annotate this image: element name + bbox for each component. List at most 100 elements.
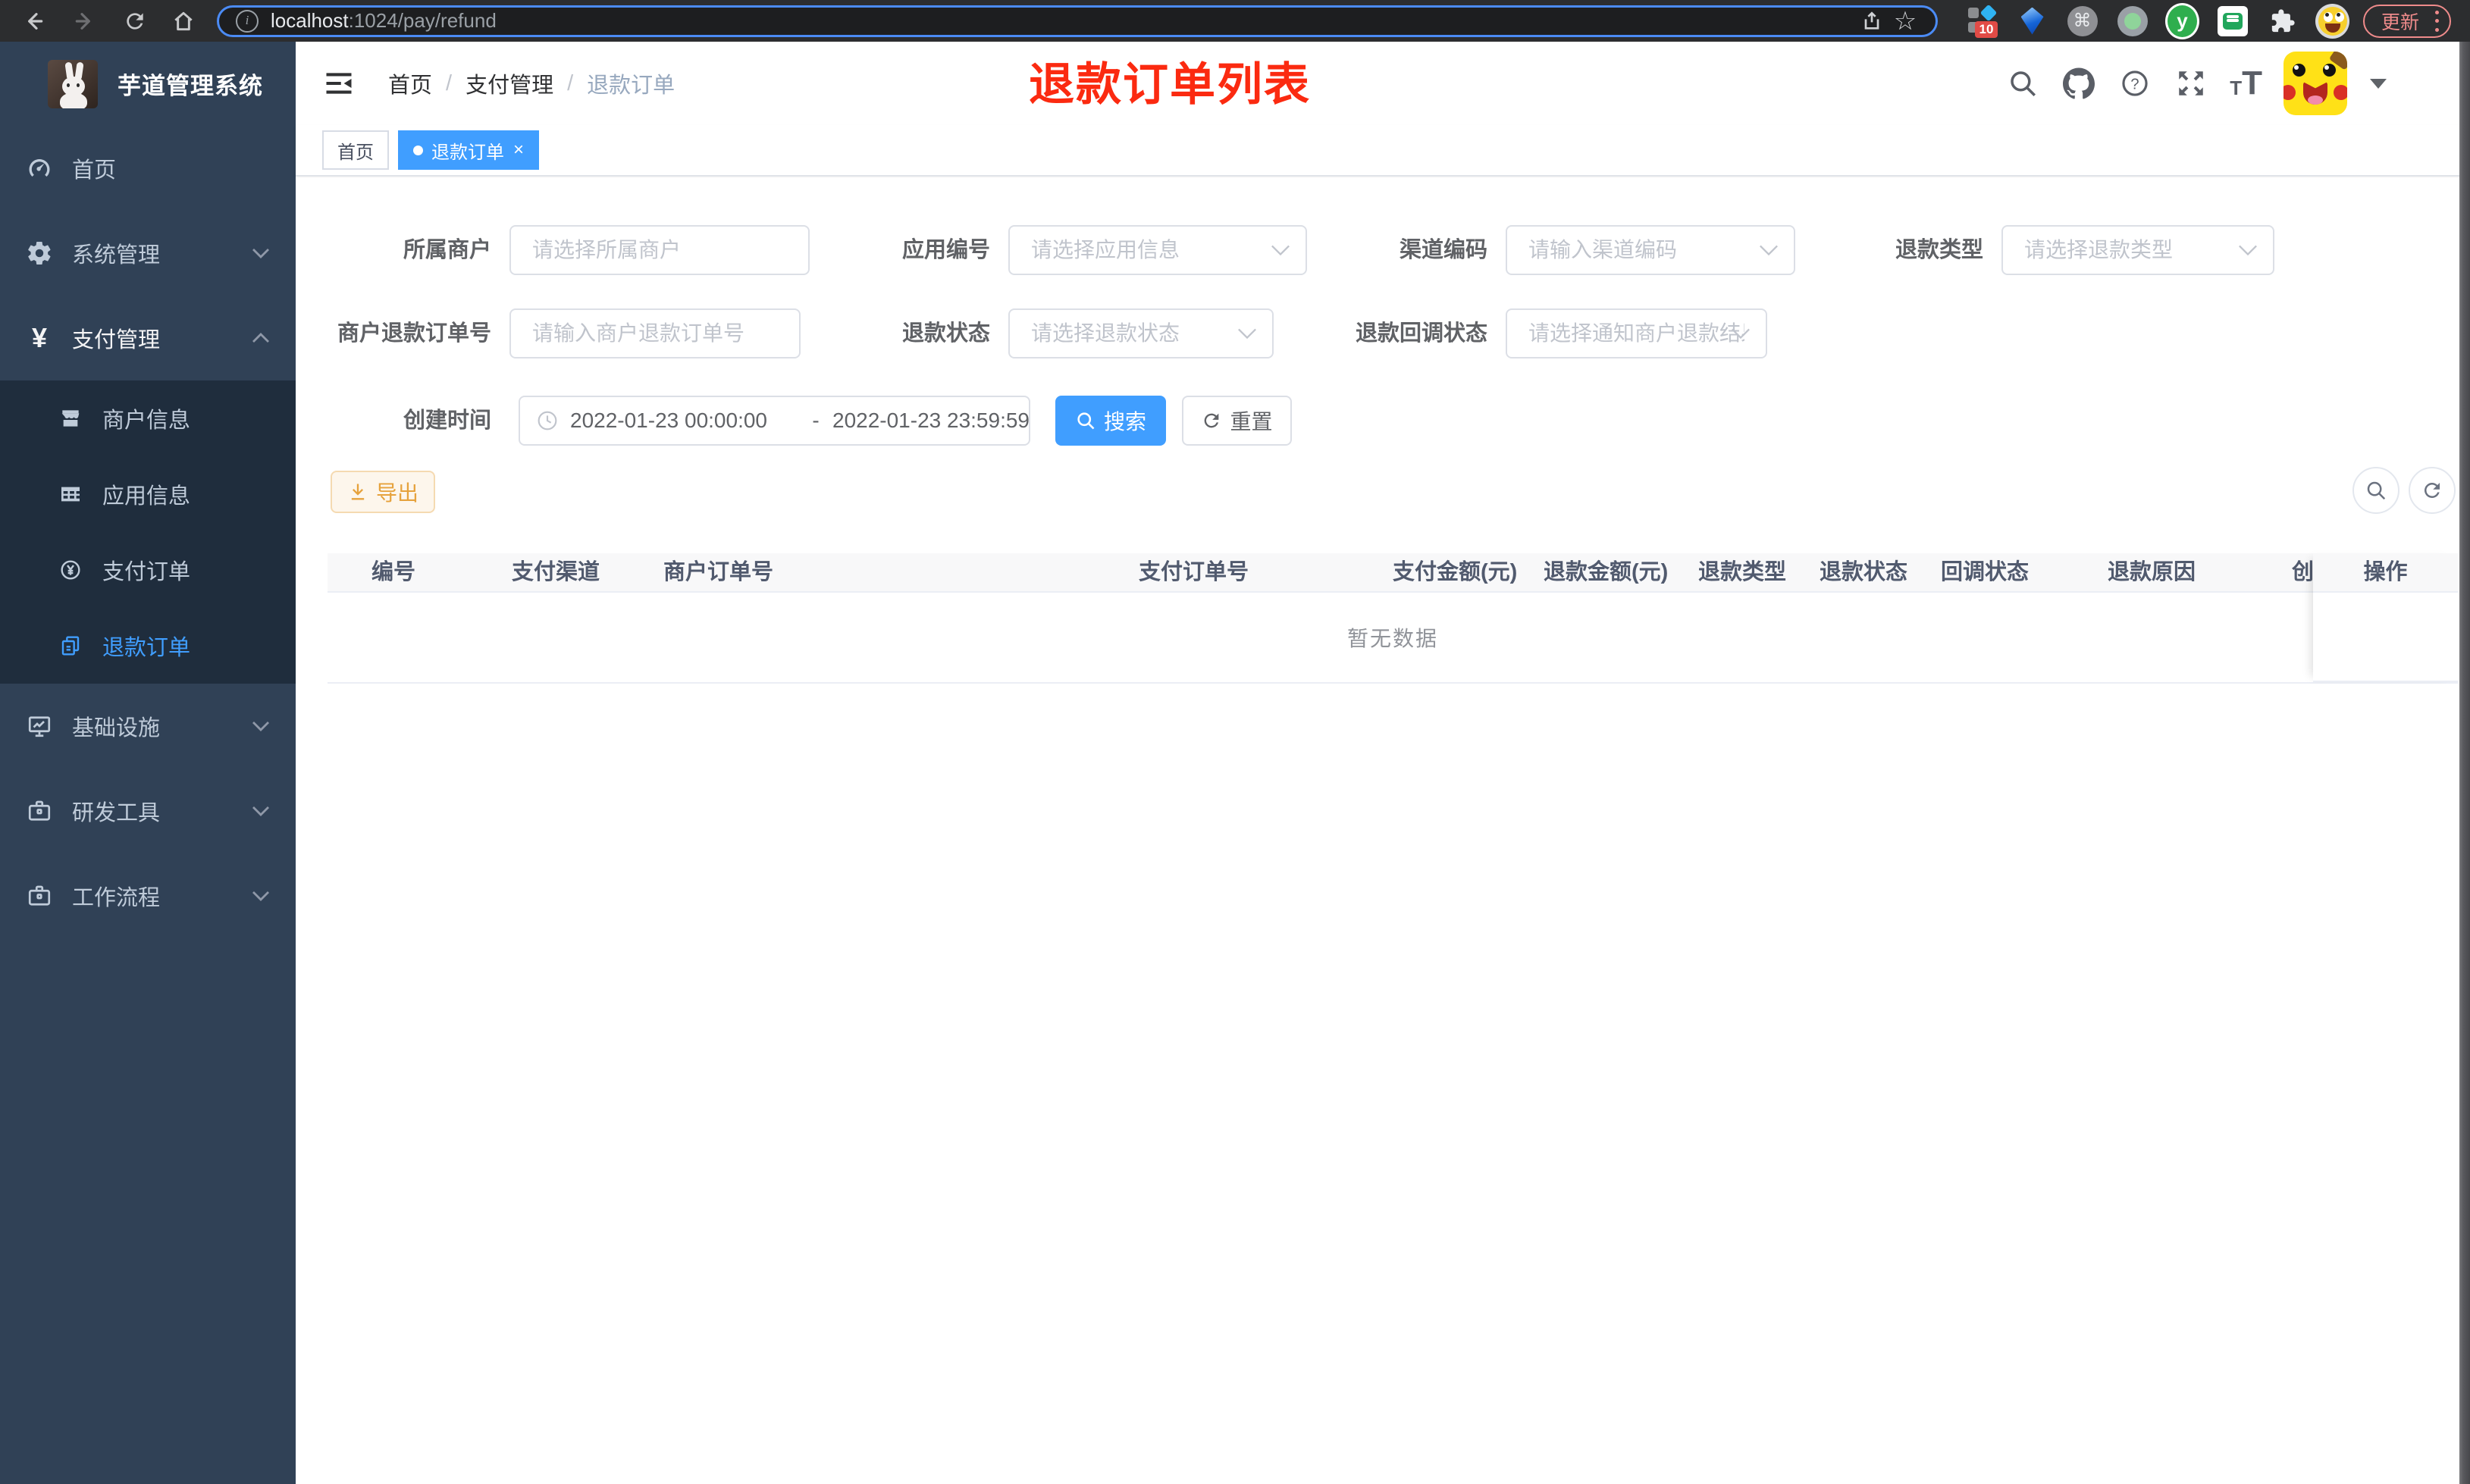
logo[interactable]: 芋道管理系统: [0, 42, 296, 126]
col-id: 编号: [371, 560, 416, 584]
toggle-search-button[interactable]: [2352, 467, 2399, 514]
monitor-icon: [26, 712, 53, 740]
reload-icon[interactable]: [118, 5, 152, 38]
end-date-value[interactable]: 2022-01-23 23:59:59: [832, 409, 1061, 433]
create-time-range-picker[interactable]: 2022-01-23 00:00:00 - 2022-01-23 23:59:5…: [519, 396, 1030, 446]
close-icon[interactable]: ×: [513, 141, 524, 159]
sidebar-item-label: 系统管理: [72, 243, 161, 268]
merchant-refund-no-input[interactable]: [511, 310, 799, 357]
col-callback-status: 回调状态: [1941, 560, 2030, 584]
grid-icon: [58, 482, 83, 506]
sidebar-item-dev-tools[interactable]: 研发工具: [0, 769, 296, 853]
address-bar[interactable]: i localhost:1024/pay/refund ☆: [217, 5, 1938, 37]
chevron-up-icon: [252, 332, 270, 348]
breadcrumb-payment[interactable]: 支付管理: [465, 67, 553, 99]
browser-menu-icon[interactable]: [2434, 10, 2439, 32]
chevron-down-icon: [252, 247, 270, 263]
callback-status-select[interactable]: [1506, 308, 1767, 358]
chevron-down-icon: [1271, 244, 1290, 260]
table-body: 暂无数据: [328, 593, 2458, 684]
briefcase-icon: [26, 882, 53, 909]
col-refund-status: 退款状态: [1820, 560, 1908, 584]
sidebar-item-merchant-info[interactable]: 商户信息: [0, 380, 296, 456]
search-button[interactable]: 搜索: [1055, 396, 1166, 446]
font-size-icon[interactable]: TT: [2230, 67, 2262, 100]
chevron-down-icon: [1731, 327, 1751, 343]
shop-icon: [58, 406, 83, 430]
app-no-select[interactable]: [1008, 225, 1307, 275]
command-extension-icon[interactable]: ⌘: [2065, 4, 2099, 38]
sidebar-item-system[interactable]: 系统管理: [0, 211, 296, 296]
gem-extension-icon[interactable]: [2015, 4, 2049, 38]
refund-status-select[interactable]: [1008, 308, 1274, 358]
channel-code-select[interactable]: [1506, 225, 1795, 275]
breadcrumb-home[interactable]: 首页: [388, 67, 432, 99]
start-date-value[interactable]: 2022-01-23 00:00:00: [570, 409, 799, 433]
site-info-icon[interactable]: i: [236, 9, 259, 33]
home-icon[interactable]: [167, 5, 200, 38]
chevron-down-icon: [2238, 244, 2258, 260]
merchant-input[interactable]: [511, 227, 808, 274]
export-button[interactable]: 导出: [331, 471, 435, 513]
window-scrollbar[interactable]: [2459, 42, 2470, 1484]
back-icon[interactable]: [17, 5, 50, 38]
github-icon[interactable]: [2061, 66, 2096, 101]
breadcrumb: 首页 / 支付管理 / 退款订单: [388, 42, 675, 125]
app-title: 芋道管理系统: [118, 73, 263, 99]
filter-label-refund-type: 退款类型: [1895, 238, 1983, 262]
merchant-refund-no-filter[interactable]: [509, 308, 801, 358]
y-extension-icon[interactable]: y: [2165, 2, 2199, 39]
documents-icon: [58, 634, 83, 658]
chevron-down-icon: [252, 720, 270, 736]
tag-home[interactable]: 首页: [322, 130, 389, 170]
chevron-down-icon: [1237, 327, 1257, 343]
fixed-action-column: 操作: [2313, 553, 2458, 682]
profile-emoji-avatar[interactable]: [2315, 3, 2349, 39]
user-avatar[interactable]: [2283, 52, 2347, 115]
sidebar-item-payment[interactable]: ¥ 支付管理: [0, 296, 296, 380]
help-icon[interactable]: ?: [2117, 66, 2152, 101]
sidebar-collapse-icon[interactable]: [322, 67, 356, 100]
breadcrumb-separator: /: [446, 70, 453, 95]
col-pay-amount: 支付金额(元): [1393, 560, 1518, 584]
browser-toolbar: i localhost:1024/pay/refund ☆ 10 ⌘ y 更新: [0, 0, 2470, 42]
merchant-filter[interactable]: [509, 225, 810, 275]
refund-type-select[interactable]: [2001, 225, 2274, 275]
tag-label: 退款订单: [431, 142, 504, 163]
search-icon[interactable]: [2005, 66, 2040, 101]
sidebar-item-pay-order[interactable]: 支付订单: [0, 532, 296, 608]
sidebar-item-label: 首页: [72, 158, 117, 183]
refund-type-input[interactable]: [2003, 227, 2273, 274]
fullscreen-icon[interactable]: [2174, 66, 2208, 101]
sidebar-item-infra[interactable]: 基础设施: [0, 684, 296, 769]
sidebar-item-home[interactable]: 首页: [0, 126, 296, 211]
channel-code-input[interactable]: [1507, 227, 1794, 274]
sidebar-item-label: 支付管理: [72, 328, 161, 352]
sidebar-item-workflow[interactable]: 工作流程: [0, 853, 296, 938]
tags-view: 首页 退款订单 ×: [296, 125, 2470, 177]
col-merchant-order-no: 商户订单号: [663, 560, 774, 584]
yen-icon: ¥: [31, 322, 48, 353]
avatar-dropdown-caret-icon[interactable]: [2370, 78, 2387, 89]
browser-update-button[interactable]: 更新: [2363, 4, 2452, 38]
refresh-button[interactable]: [2409, 467, 2456, 514]
refund-status-input[interactable]: [1010, 310, 1272, 357]
sidebar-item-app-info[interactable]: 应用信息: [0, 456, 296, 532]
extension-badge-icon[interactable]: 10: [1965, 4, 1999, 38]
callback-status-input[interactable]: [1507, 310, 1766, 357]
share-icon[interactable]: [1855, 5, 1889, 38]
extensions-puzzle-icon[interactable]: [2265, 4, 2299, 38]
chevron-down-icon: [1759, 244, 1779, 260]
recorder-extension-icon[interactable]: [2115, 4, 2149, 38]
tag-refund-order[interactable]: 退款订单 ×: [398, 130, 540, 170]
sidebar-item-label: 基础设施: [72, 716, 161, 740]
clock-icon: [535, 409, 560, 433]
bookmark-star-icon[interactable]: ☆: [1889, 5, 1922, 38]
dashboard-icon: [26, 155, 53, 182]
chat-extension-icon[interactable]: [2215, 4, 2249, 38]
sidebar: 芋道管理系统 首页 系统管理 ¥ 支付管理 商户信息 应用信息 支付订单 退款订…: [0, 42, 296, 1484]
sidebar-item-refund-order[interactable]: 退款订单: [0, 608, 296, 684]
forward-icon[interactable]: [68, 5, 102, 38]
app-no-input[interactable]: [1010, 227, 1306, 274]
reset-button[interactable]: 重置: [1182, 396, 1292, 446]
